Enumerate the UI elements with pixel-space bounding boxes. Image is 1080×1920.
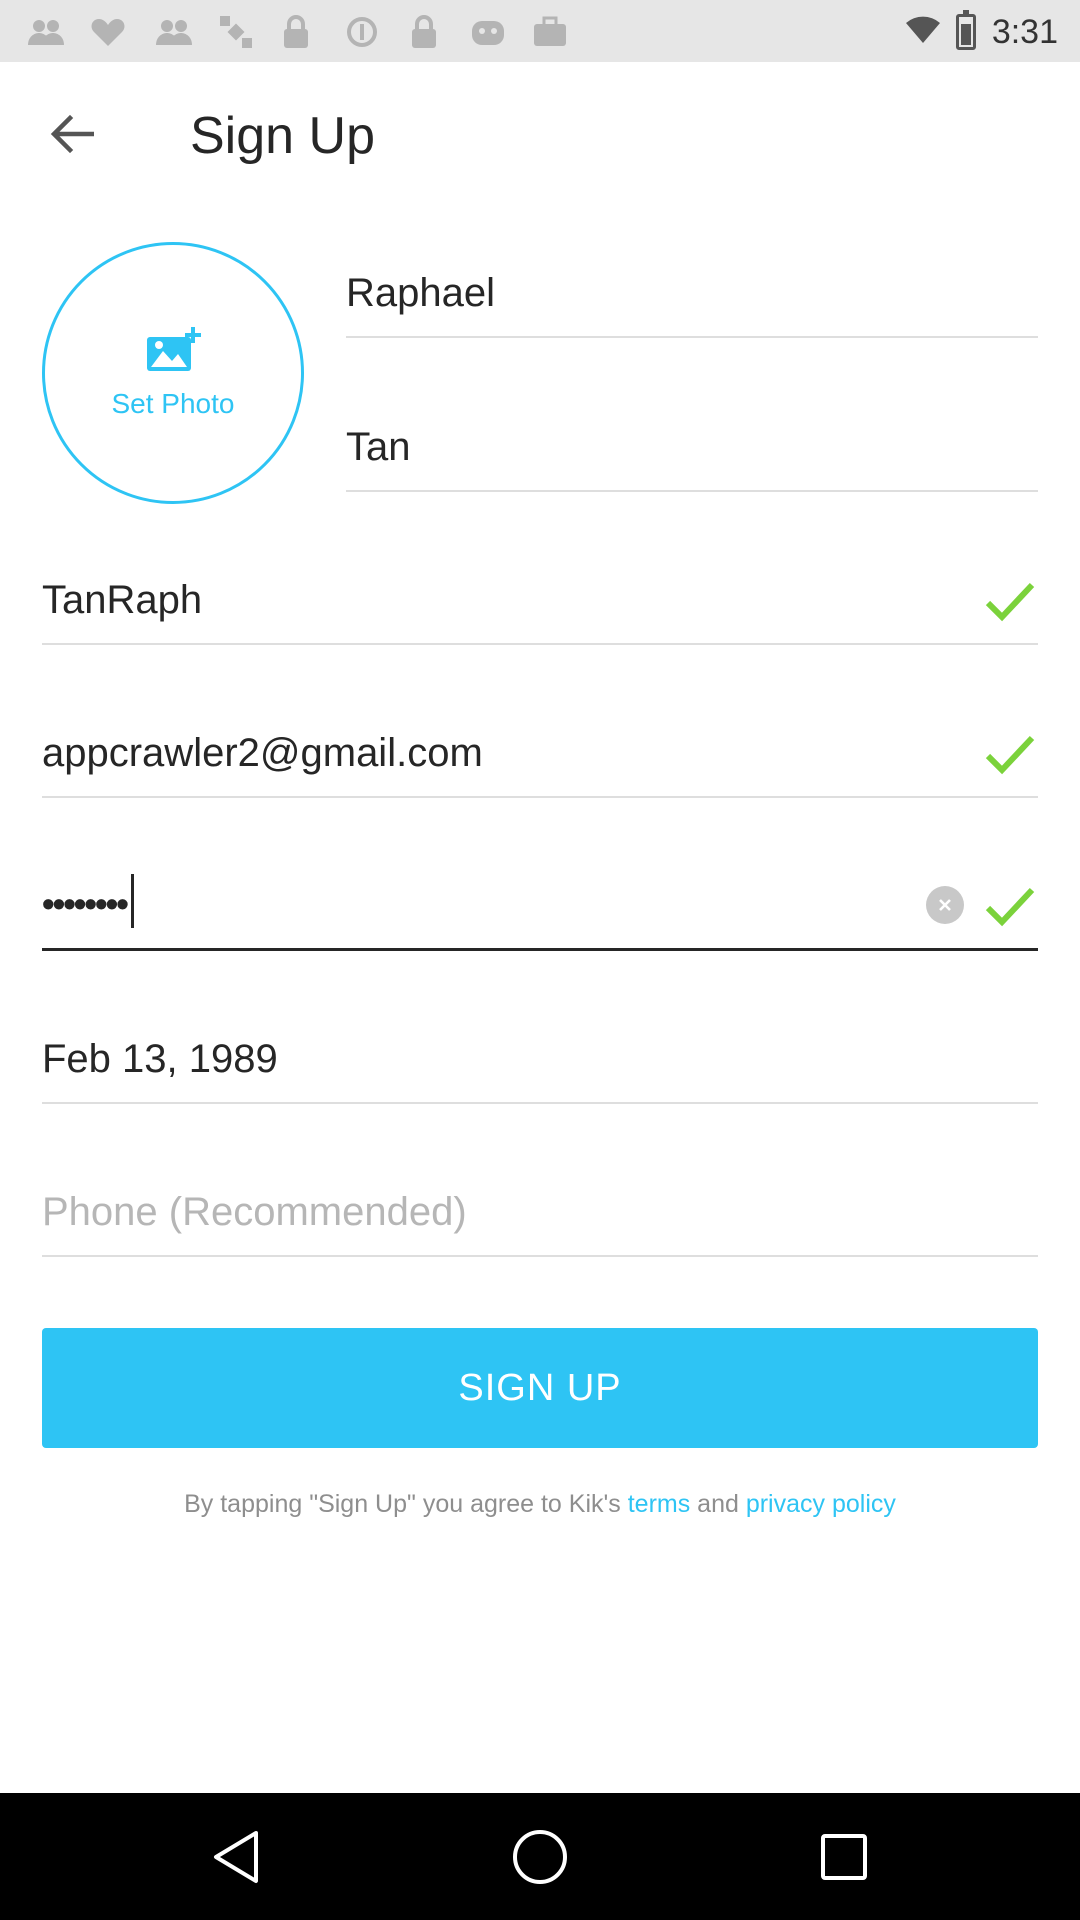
home-circle-icon[interactable] [511, 1828, 569, 1886]
terms-link[interactable]: terms [628, 1490, 691, 1518]
back-triangle-icon[interactable] [210, 1829, 262, 1885]
status-right: 3:31 [905, 10, 1058, 54]
last-name-field[interactable]: Tan [346, 412, 1038, 492]
terms-prefix: By tapping "Sign Up" you agree to Kik's [184, 1490, 628, 1518]
arrow-left-icon[interactable] [50, 114, 95, 159]
status-bar: 3:31 [0, 0, 1080, 62]
set-photo-label: Set Photo [111, 387, 235, 419]
phone-field[interactable]: Phone (Recommended) [42, 1177, 1038, 1257]
battery-icon [955, 10, 976, 50]
username-valid-check-icon [984, 579, 1036, 623]
birthday-value[interactable]: Feb 13, 1989 [42, 1037, 278, 1082]
nav-recents-button[interactable] [813, 1826, 875, 1888]
navigation-bar [0, 1793, 1080, 1920]
phone-placeholder[interactable]: Phone (Recommended) [42, 1190, 467, 1235]
terms-middle: and [690, 1490, 746, 1518]
people-icon [156, 14, 192, 50]
lock-icon [406, 14, 442, 50]
email-field[interactable]: appcrawler2@gmail.com [42, 718, 1038, 798]
close-icon[interactable] [937, 897, 953, 913]
privacy-policy-link[interactable]: privacy policy [746, 1490, 896, 1518]
block-icon [344, 14, 380, 50]
email-value[interactable]: appcrawler2@gmail.com [42, 731, 483, 776]
username-value[interactable]: TanRaph [42, 578, 202, 623]
last-name-value[interactable]: Tan [346, 425, 411, 470]
clear-password-button[interactable] [926, 886, 964, 924]
lock-icon [278, 14, 314, 50]
text-cursor [130, 874, 134, 928]
password-value[interactable]: •••••••• [42, 874, 134, 928]
password-valid-check-icon [984, 884, 1036, 928]
first-name-value[interactable]: Raphael [346, 271, 495, 316]
nav-home-button[interactable] [509, 1826, 571, 1888]
status-time: 3:31 [991, 12, 1058, 51]
recents-square-icon[interactable] [819, 1832, 869, 1882]
people-icon [28, 14, 64, 50]
emoji-icon [470, 14, 506, 50]
password-field[interactable]: •••••••• [42, 871, 1038, 951]
add-photo-icon [145, 326, 201, 378]
satellite-icon [218, 14, 254, 50]
briefcase-icon [532, 14, 568, 50]
first-name-field[interactable]: Raphael [346, 258, 1038, 338]
email-valid-check-icon [984, 732, 1036, 776]
username-field[interactable]: TanRaph [42, 565, 1038, 645]
birthday-field[interactable]: Feb 13, 1989 [42, 1024, 1038, 1104]
page-title: Sign Up [190, 107, 375, 165]
heart-icon [90, 14, 126, 50]
back-button[interactable] [40, 108, 104, 164]
terms-text: By tapping "Sign Up" you agree to Kik's … [0, 1490, 1080, 1519]
nav-back-button[interactable] [205, 1826, 267, 1888]
sign-up-button[interactable]: SIGN UP [42, 1328, 1038, 1448]
set-photo-button[interactable]: Set Photo [42, 242, 304, 504]
wifi-icon [905, 15, 940, 50]
